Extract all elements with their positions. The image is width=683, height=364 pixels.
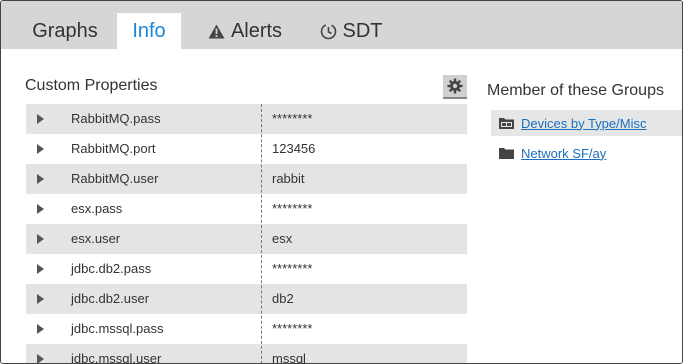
warning-icon [208, 24, 225, 39]
group-link[interactable]: Network SF/ay [521, 146, 606, 161]
table-row: jdbc.mssql.pass ******** [26, 314, 467, 344]
tab-info[interactable]: Info [117, 13, 181, 49]
property-name: jdbc.mssql.pass [71, 321, 164, 336]
row-expand-button[interactable] [26, 254, 56, 284]
expand-arrow-icon [37, 294, 44, 304]
property-name: RabbitMQ.pass [71, 111, 161, 126]
tab-alerts-label: Alerts [230, 19, 283, 42]
expand-arrow-icon [37, 144, 44, 154]
table-row: jdbc.db2.user db2 [26, 284, 467, 314]
table-row: RabbitMQ.port 123456 [26, 134, 467, 164]
row-expand-button[interactable] [26, 284, 56, 314]
row-expand-button[interactable] [26, 164, 56, 194]
gear-icon [447, 78, 463, 94]
clock-icon [320, 23, 337, 40]
settings-button[interactable] [443, 75, 467, 99]
table-row: jdbc.db2.pass ******** [26, 254, 467, 284]
row-expand-button[interactable] [26, 104, 56, 134]
property-value: db2 [272, 291, 294, 306]
property-value: esx [272, 231, 293, 246]
property-name: jdbc.db2.user [71, 291, 150, 306]
column-divider [261, 104, 262, 363]
property-value: ******** [272, 201, 313, 216]
tab-sdt-label: SDT [342, 19, 383, 42]
table-row: esx.pass ******** [26, 194, 467, 224]
property-value: ******** [272, 111, 313, 126]
group-item-network: Network SF/ay [491, 140, 682, 166]
custom-properties-table: RabbitMQ.pass ******** RabbitMQ.port 123… [26, 104, 467, 364]
expand-arrow-icon [37, 354, 44, 363]
property-name: RabbitMQ.user [71, 171, 159, 186]
tab-graphs-label: Graphs [32, 19, 98, 42]
row-expand-button[interactable] [26, 194, 56, 224]
expand-arrow-icon [37, 174, 44, 184]
row-expand-button[interactable] [26, 344, 56, 363]
group-link[interactable]: Devices by Type/Misc [521, 116, 646, 131]
table-row: jdbc.mssql.user mssql [26, 344, 467, 364]
info-content: Custom Properties RabbitMQ.pass ********… [1, 49, 682, 363]
tab-bar: Graphs Info Alerts SDT [1, 1, 682, 49]
property-name: esx.user [71, 231, 121, 246]
expand-arrow-icon [37, 324, 44, 334]
property-value: rabbit [272, 171, 305, 186]
table-row: RabbitMQ.user rabbit [26, 164, 467, 194]
expand-arrow-icon [37, 264, 44, 274]
property-value: 123456 [272, 141, 316, 156]
table-row: esx.user esx [26, 224, 467, 254]
property-value: ******** [272, 321, 313, 336]
row-expand-button[interactable] [26, 224, 56, 254]
tab-alerts[interactable]: Alerts [197, 13, 293, 49]
table-row: RabbitMQ.pass ******** [26, 104, 467, 134]
expand-arrow-icon [37, 114, 44, 124]
property-name: esx.pass [71, 201, 123, 216]
row-expand-button[interactable] [26, 314, 56, 344]
tab-sdt[interactable]: SDT [309, 13, 393, 49]
device-folder-icon [499, 117, 514, 129]
property-name: RabbitMQ.port [71, 141, 156, 156]
info-panel: Graphs Info Alerts SDT Custom Properties… [0, 0, 683, 364]
property-value: ******** [272, 261, 313, 276]
groups-title: Member of these Groups [487, 82, 664, 99]
group-item-devices-by-type: Devices by Type/Misc [491, 110, 682, 136]
custom-properties-title: Custom Properties [25, 77, 158, 94]
row-expand-button[interactable] [26, 134, 56, 164]
folder-icon [499, 147, 514, 159]
property-name: jdbc.db2.pass [71, 261, 152, 276]
tab-graphs[interactable]: Graphs [19, 13, 111, 49]
property-value: mssql [272, 351, 306, 364]
property-name: jdbc.mssql.user [71, 351, 162, 364]
expand-arrow-icon [37, 234, 44, 244]
expand-arrow-icon [37, 204, 44, 214]
tab-info-label: Info [132, 19, 166, 42]
